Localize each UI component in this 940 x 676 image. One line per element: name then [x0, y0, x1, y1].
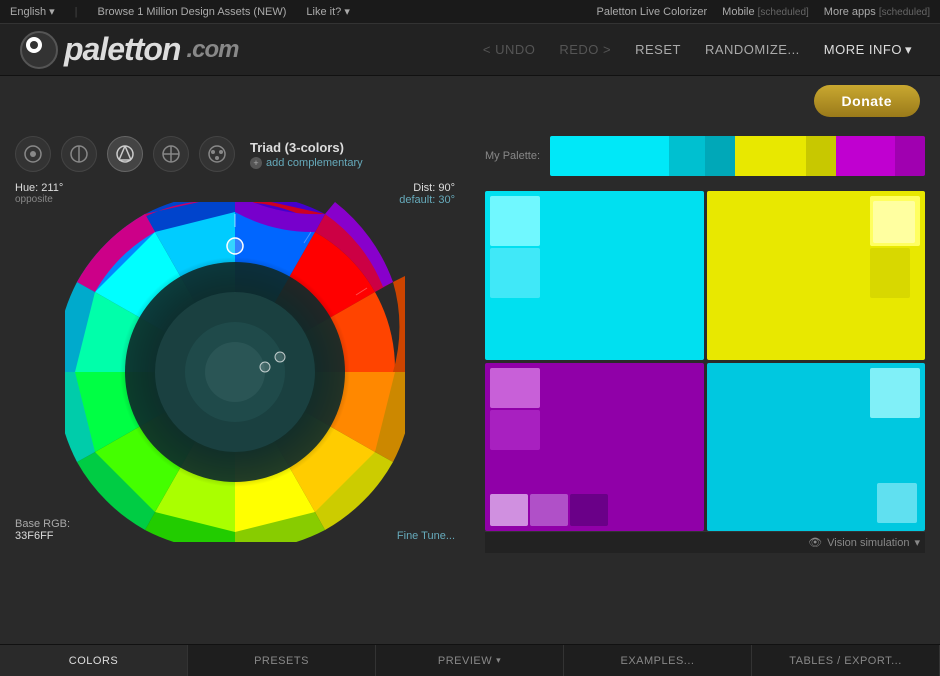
- tab-presets[interactable]: PRESETS: [188, 645, 376, 676]
- language-label: English: [10, 6, 46, 18]
- mode-label: Triad (3-colors) + add complementary: [250, 140, 363, 169]
- mode-selector: Triad (3-colors) + add complementary: [15, 136, 455, 172]
- main-content: Triad (3-colors) + add complementary Hue…: [0, 126, 940, 644]
- tab-examples[interactable]: EXAMPLES...: [564, 645, 752, 676]
- palette-swatch-4: [735, 136, 806, 176]
- dist-info: Dist: 90° default: 30°: [399, 182, 455, 206]
- mono-mode-icon[interactable]: [15, 136, 51, 172]
- color-wheel[interactable]: [65, 202, 405, 542]
- mini-swatch-yellow-2: [870, 248, 910, 298]
- more-apps-link[interactable]: More apps [scheduled]: [824, 6, 930, 18]
- palette-swatch-7: [895, 136, 925, 176]
- add-complementary-button[interactable]: + add complementary: [250, 157, 363, 169]
- undo-button[interactable]: < UNDO: [475, 38, 543, 61]
- fine-tune-link[interactable]: Fine Tune...: [397, 530, 455, 542]
- right-panel: My Palette:: [470, 126, 940, 644]
- donate-area: Donate: [0, 76, 940, 126]
- live-colorizer-link[interactable]: Paletton Live Colorizer: [597, 6, 708, 18]
- triad-mode-icon[interactable]: [107, 136, 143, 172]
- hue-value: Hue: 211°: [15, 182, 63, 194]
- donate-button[interactable]: Donate: [814, 85, 920, 117]
- base-rgb: Base RGB: 33F6FF: [15, 518, 70, 542]
- wheel-container: Hue: 211° opposite Dist: 90° default: 30…: [15, 182, 455, 562]
- mini-swatch-purple-3: [490, 494, 528, 526]
- dist-value: Dist: 90°: [399, 182, 455, 194]
- free-mode-icon[interactable]: [199, 136, 235, 172]
- nav-buttons: < UNDO REDO > RESET RANDOMIZE... MORE IN…: [475, 38, 920, 62]
- mini-swatch-cyan2-1: [870, 368, 920, 418]
- my-palette-label: My Palette:: [485, 150, 540, 162]
- opposite-label: opposite: [15, 194, 63, 205]
- mini-swatch-cyan-2: [490, 248, 540, 298]
- mini-swatch-purple-5: [570, 494, 608, 526]
- palette-swatch-2: [669, 136, 705, 176]
- tab-preview[interactable]: PREVIEW ▾: [376, 645, 564, 676]
- mini-swatch-purple-2: [490, 410, 540, 450]
- tetrad-mode-icon[interactable]: [153, 136, 189, 172]
- logo-com: .com: [186, 36, 238, 64]
- vision-simulation-bar: 👁 Vision simulation ▾: [485, 531, 925, 553]
- left-panel: Triad (3-colors) + add complementary Hue…: [0, 126, 470, 644]
- palette-preview: [550, 136, 925, 176]
- grid-cell-cyan: [485, 191, 704, 360]
- adjacent-mode-icon[interactable]: [61, 136, 97, 172]
- logo[interactable]: paletton.com: [20, 31, 238, 69]
- mini-swatch-cyan-1: [490, 196, 540, 246]
- randomize-button[interactable]: RANDOMIZE...: [697, 38, 808, 61]
- vision-sim-chevron[interactable]: ▾: [914, 536, 920, 549]
- handle-main[interactable]: [227, 238, 243, 254]
- eye-icon: 👁: [808, 536, 822, 549]
- color-grid: [485, 191, 925, 531]
- mini-swatch-cyan2-2: [877, 483, 917, 523]
- palette-swatch-1: [550, 136, 669, 176]
- handle-secondary-1[interactable]: [260, 362, 270, 372]
- palette-swatch-5: [806, 136, 836, 176]
- handle-secondary-2[interactable]: [275, 352, 285, 362]
- reset-button[interactable]: RESET: [627, 38, 689, 61]
- grid-cell-purple: [485, 363, 704, 532]
- palette-swatch-3: [705, 136, 735, 176]
- logo-text: paletton: [64, 31, 180, 68]
- my-palette-row: My Palette:: [485, 136, 925, 176]
- tab-colors[interactable]: COLORS: [0, 645, 188, 676]
- default-dist-link[interactable]: default: 30°: [399, 194, 455, 206]
- mini-swatch-yellow-bright: [873, 201, 915, 243]
- mode-title: Triad (3-colors): [250, 140, 363, 155]
- browse-link[interactable]: Browse 1 Million Design Assets (NEW): [98, 6, 287, 18]
- mobile-link[interactable]: Mobile [scheduled]: [722, 6, 809, 18]
- language-selector[interactable]: English ▾: [10, 5, 55, 18]
- bottom-bar: COLORS PRESETS PREVIEW ▾ EXAMPLES... TAB…: [0, 644, 940, 676]
- rgb-value: 33F6FF: [15, 530, 70, 542]
- grid-cell-yellow: [707, 191, 926, 360]
- more-info-button[interactable]: MORE INFO ▾: [816, 38, 920, 62]
- palette-swatch-6: [836, 136, 896, 176]
- hue-info: Hue: 211° opposite: [15, 182, 63, 205]
- like-it-dropdown[interactable]: Like it? ▾: [306, 5, 349, 18]
- grid-cell-cyan2: [707, 363, 926, 532]
- logo-icon: [20, 31, 58, 69]
- mini-swatch-purple-1: [490, 368, 540, 408]
- top-bar: English ▾ | Browse 1 Million Design Asse…: [0, 0, 940, 24]
- mini-swatch-purple-4: [530, 494, 568, 526]
- vision-sim-label[interactable]: Vision simulation: [827, 537, 909, 549]
- redo-button[interactable]: REDO >: [551, 38, 619, 61]
- header: paletton.com < UNDO REDO > RESET RANDOMI…: [0, 24, 940, 76]
- tab-tables[interactable]: TABLES / EXPORT...: [752, 645, 940, 676]
